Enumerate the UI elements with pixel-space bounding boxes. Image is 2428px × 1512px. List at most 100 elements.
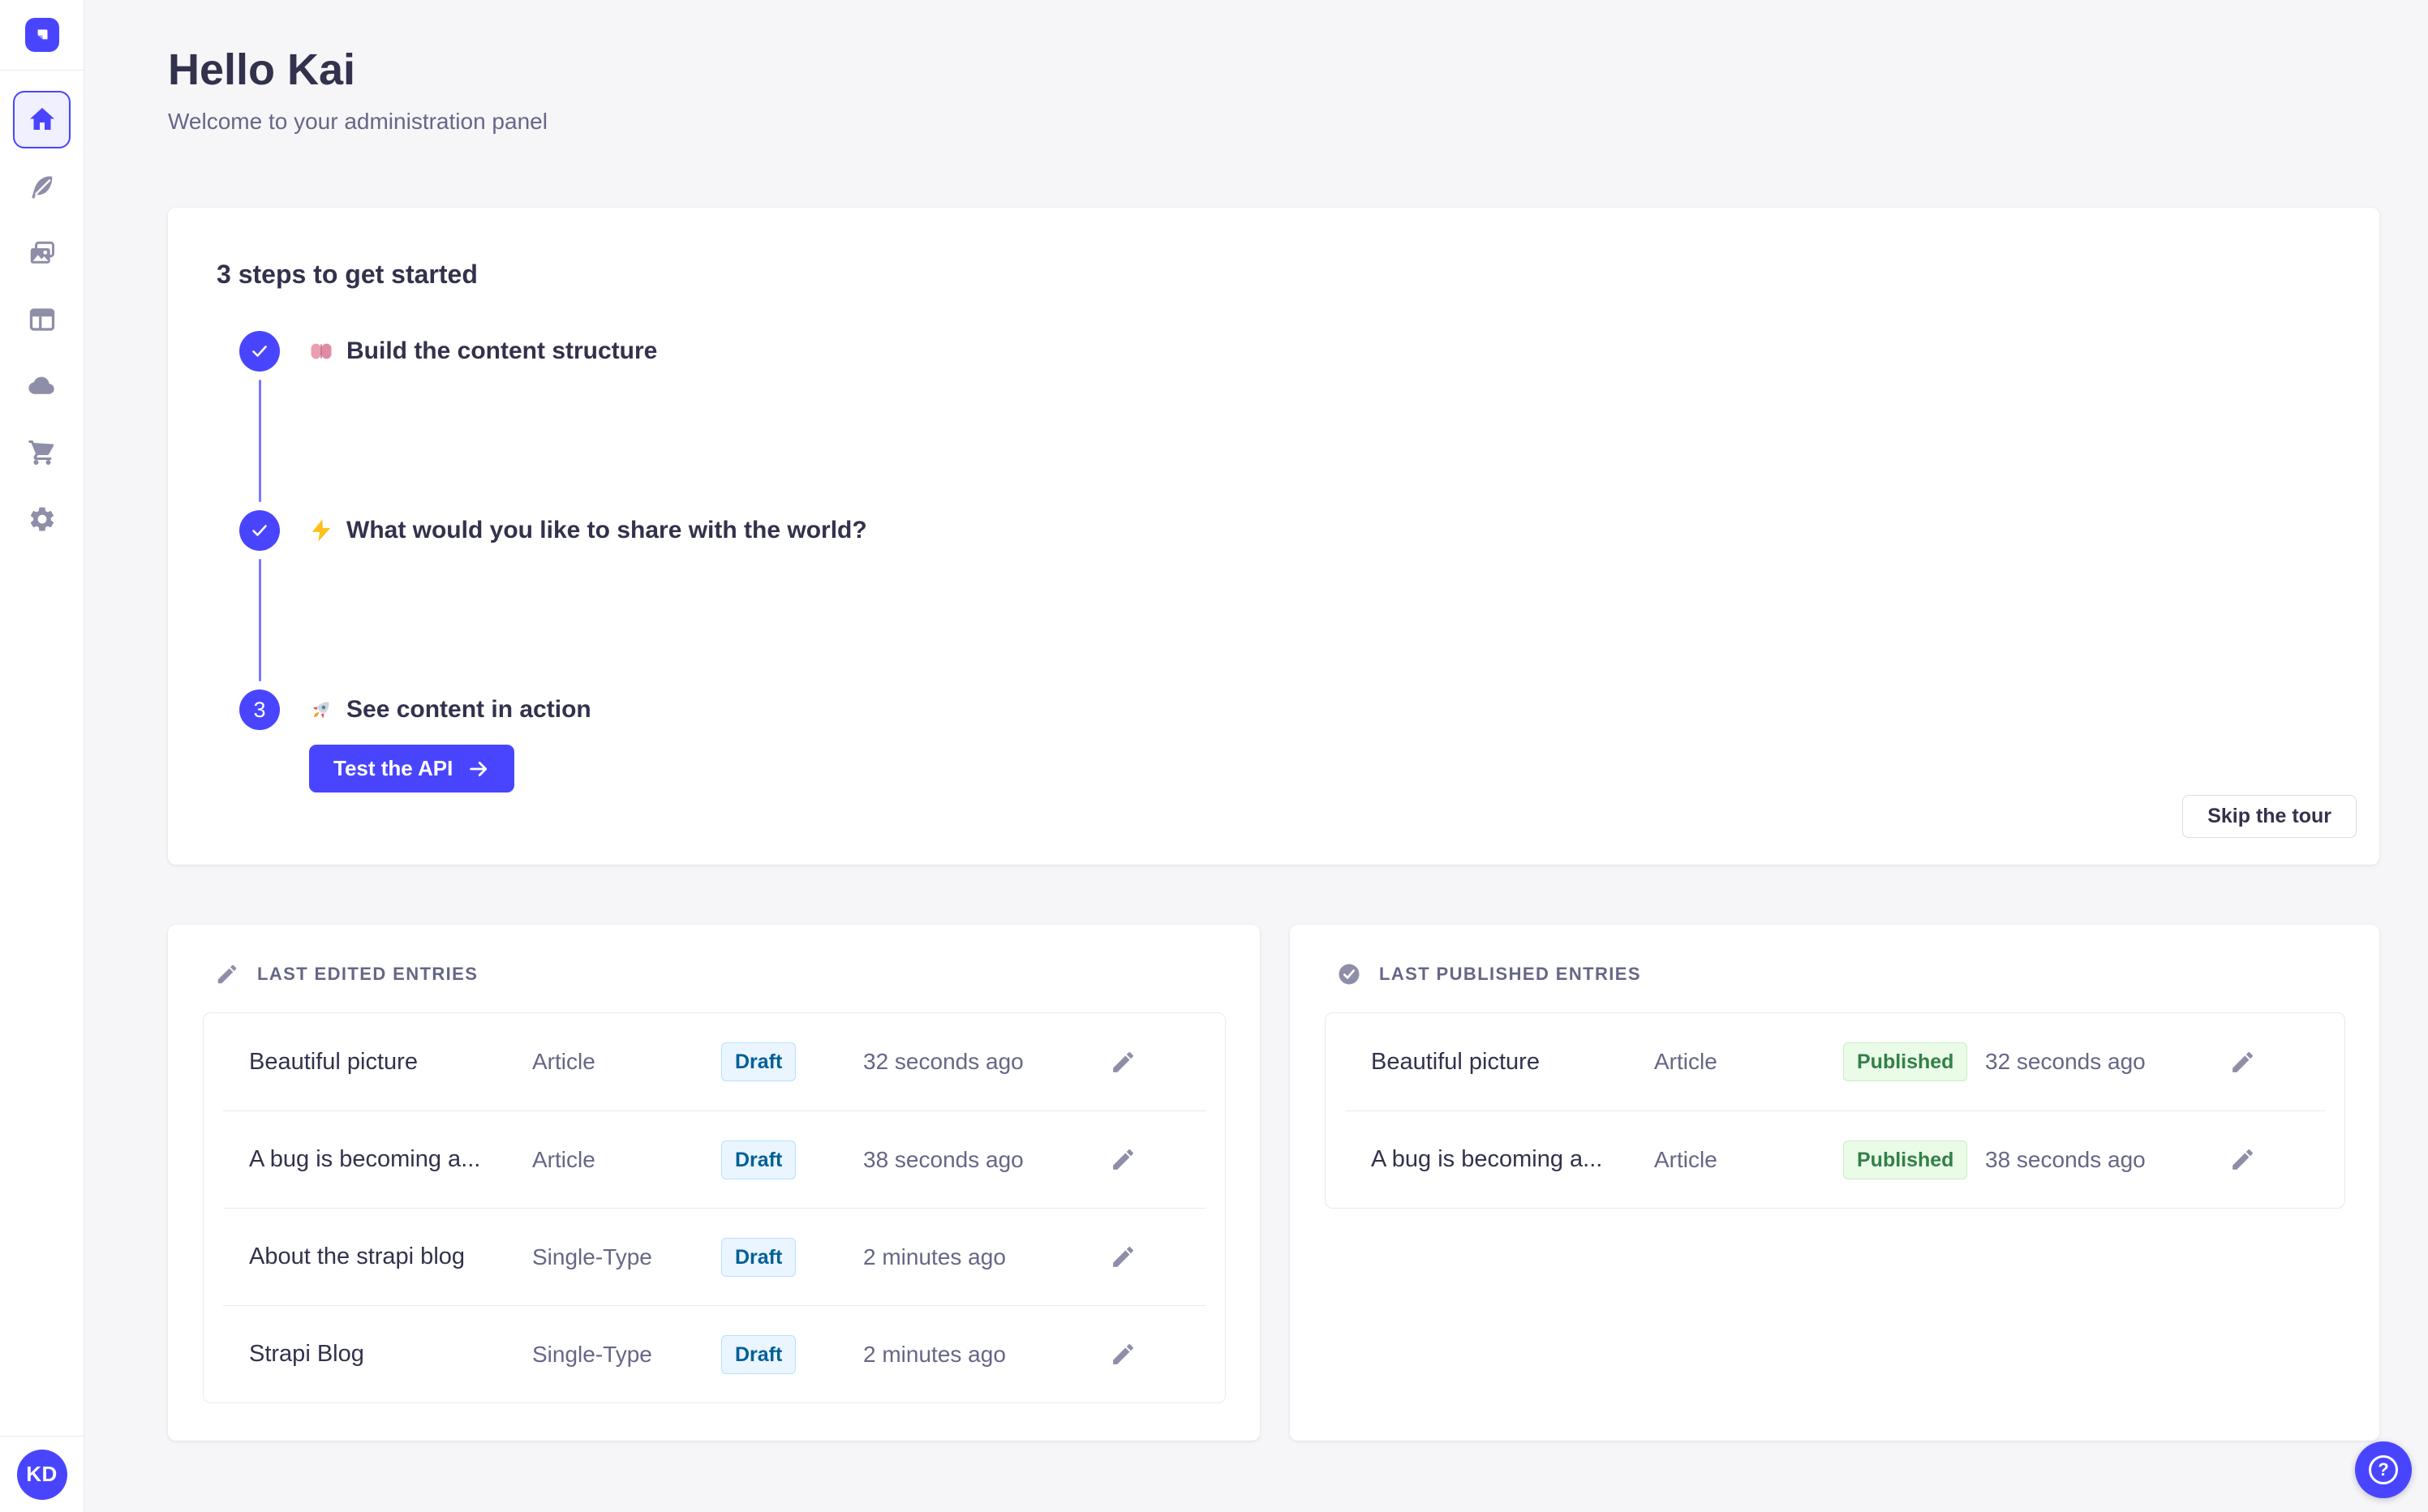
step-1-done-circle — [239, 331, 280, 372]
sidebar-item-content-manager[interactable] — [26, 170, 58, 203]
entry-time: 32 seconds ago — [1985, 1049, 2146, 1074]
entry-time: 38 seconds ago — [863, 1146, 1024, 1172]
entry-time: 2 minutes ago — [863, 1341, 1006, 1367]
entry-time: 38 seconds ago — [1985, 1146, 2146, 1172]
step-1-label[interactable]: Build the content structure — [309, 331, 657, 372]
entry-title: A bug is becoming a... — [249, 1146, 481, 1172]
status-badge: Published — [1843, 1042, 1968, 1081]
last-edited-title: LAST EDITED ENTRIES — [257, 964, 479, 984]
step-2-done-circle — [239, 510, 280, 551]
home-icon — [29, 107, 54, 130]
brain-emoji — [311, 343, 332, 359]
table-row[interactable]: Beautiful picture Article Draft 32 secon… — [223, 1013, 1205, 1110]
onboarding-step-2: What would you like to share with the wo… — [217, 510, 2331, 689]
skip-tour-button[interactable]: Skip the tour — [2182, 795, 2357, 838]
cloud-icon — [28, 376, 54, 394]
lightning-emoji — [312, 519, 331, 542]
question-icon: ? — [2369, 1455, 2398, 1484]
entry-title: Beautiful picture — [249, 1048, 418, 1075]
pencil-icon — [1112, 1247, 1133, 1267]
table-row[interactable]: Strapi Blog Single-Type Draft 2 minutes … — [223, 1305, 1205, 1402]
last-published-table: Beautiful picture Article Published 32 s… — [1325, 1012, 2345, 1209]
step-2-text: What would you like to share with the wo… — [346, 517, 867, 543]
entries-section: LAST EDITED ENTRIES Beautiful picture Ar… — [168, 925, 2379, 1441]
user-avatar[interactable]: KD — [16, 1449, 67, 1500]
entry-title: Strapi Blog — [249, 1341, 364, 1367]
last-edited-card: LAST EDITED ENTRIES Beautiful picture Ar… — [168, 925, 1260, 1441]
status-badge: Draft — [721, 1140, 797, 1179]
strapi-logo[interactable] — [24, 18, 59, 52]
sidebar-item-content-type-builder[interactable] — [26, 303, 58, 336]
rocket-emoji — [312, 702, 329, 719]
pencil-icon — [1112, 1344, 1133, 1364]
onboarding-title: 3 steps to get started — [217, 260, 478, 289]
step-connector-line — [258, 380, 261, 502]
entry-title: Beautiful picture — [1371, 1048, 1540, 1075]
check-icon — [252, 346, 267, 357]
test-api-button[interactable]: Test the API — [309, 745, 515, 793]
entry-title: About the strapi blog — [249, 1244, 466, 1269]
entry-type: Article — [532, 1146, 595, 1172]
pencil-icon — [1112, 1149, 1133, 1170]
edit-entry-button[interactable] — [1107, 1338, 1139, 1371]
edit-entry-button[interactable] — [1107, 1144, 1139, 1176]
entry-status: Draft — [721, 1237, 863, 1277]
quill-icon — [31, 176, 52, 199]
entry-title: A bug is becoming a... — [1371, 1146, 1603, 1172]
cart-icon — [28, 440, 54, 465]
sidebar-footer: KD — [0, 1436, 84, 1512]
entry-type: Article — [1654, 1049, 1717, 1074]
table-row[interactable]: A bug is becoming a... Article Draft 38 … — [223, 1110, 1205, 1208]
status-badge: Draft — [721, 1042, 797, 1081]
entry-time: 2 minutes ago — [863, 1244, 1006, 1269]
last-edited-header: LAST EDITED ENTRIES — [203, 962, 1226, 986]
entry-type: Article — [1654, 1146, 1717, 1172]
sidebar-item-media-library[interactable] — [26, 237, 58, 269]
entry-status: Draft — [721, 1140, 863, 1179]
entry-type: Single-Type — [532, 1341, 652, 1367]
logo-block — [0, 0, 84, 71]
layout-icon — [29, 308, 54, 331]
page-title: Hello Kai — [168, 45, 356, 94]
status-badge: Draft — [721, 1334, 797, 1374]
main-content: Hello Kai Welcome to your administration… — [84, 0, 2428, 1512]
last-edited-table: Beautiful picture Article Draft 32 secon… — [203, 1012, 1226, 1403]
table-row[interactable]: A bug is becoming a... Article Published… — [1345, 1110, 2325, 1208]
edit-entry-button[interactable] — [2226, 1046, 2258, 1078]
step-3-number-circle: 3 — [239, 689, 280, 730]
step-2-label[interactable]: What would you like to share with the wo… — [309, 510, 867, 551]
sidebar-item-settings[interactable] — [26, 503, 58, 535]
last-published-card: LAST PUBLISHED ENTRIES Beautiful picture… — [1290, 925, 2379, 1441]
step-1-text: Build the content structure — [346, 337, 658, 364]
edit-entry-button[interactable] — [2226, 1144, 2258, 1176]
help-button[interactable]: ? — [2355, 1441, 2412, 1498]
images-icon — [30, 241, 54, 264]
entry-type: Article — [532, 1049, 595, 1074]
edit-entry-button[interactable] — [1107, 1241, 1139, 1274]
sidebar-nav — [0, 71, 84, 1436]
sidebar-nav-icons — [26, 170, 58, 535]
sidebar-item-cloud[interactable] — [26, 370, 58, 402]
admin-dashboard: KD Hello Kai Welcome to your administrat… — [0, 0, 2428, 1512]
step-3-label[interactable]: See content in action — [309, 689, 591, 730]
pencil-icon — [2232, 1149, 2253, 1170]
sidebar-item-home[interactable] — [13, 91, 71, 148]
onboarding-card: 3 steps to get started Build the content… — [168, 208, 2379, 865]
strapi-logo-icon — [37, 29, 47, 40]
pencil-icon — [217, 964, 237, 984]
step-3-rail: 3 — [239, 689, 280, 793]
entry-status: Draft — [721, 1042, 863, 1081]
gear-icon — [30, 507, 54, 531]
entry-type: Single-Type — [532, 1244, 652, 1269]
entry-status: Draft — [721, 1334, 863, 1374]
onboarding-step-1: Build the content structure — [217, 331, 2331, 510]
sidebar: KD — [0, 0, 84, 1512]
step-connector-line — [258, 559, 261, 681]
edit-entry-button[interactable] — [1107, 1046, 1139, 1078]
table-row[interactable]: Beautiful picture Article Published 32 s… — [1345, 1013, 2325, 1110]
entry-time: 32 seconds ago — [863, 1049, 1024, 1074]
table-row[interactable]: About the strapi blog Single-Type Draft … — [223, 1208, 1205, 1305]
check-circle-icon — [1339, 964, 1360, 985]
test-api-label: Test the API — [333, 756, 453, 780]
sidebar-item-marketplace[interactable] — [26, 436, 58, 469]
